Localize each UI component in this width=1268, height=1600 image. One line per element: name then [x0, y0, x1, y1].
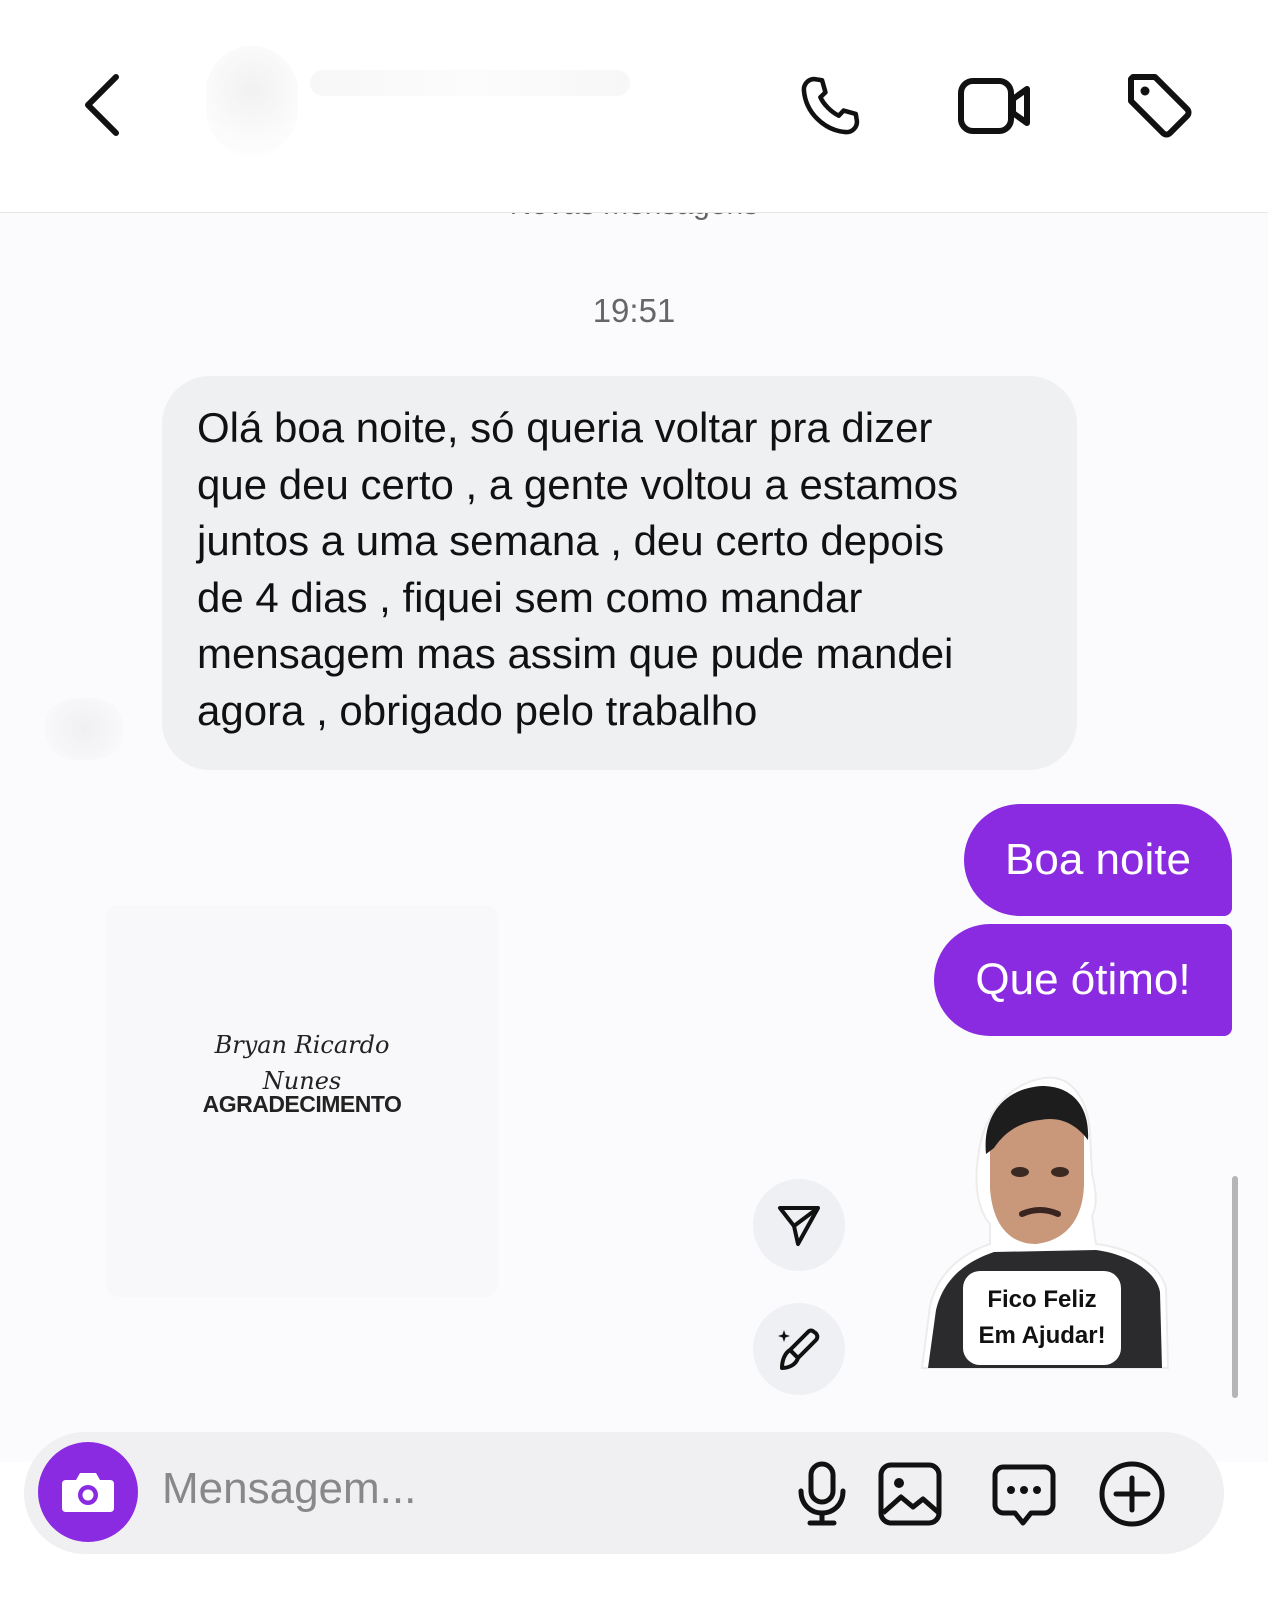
- voice-message-button[interactable]: [784, 1456, 860, 1532]
- message-timestamp: 19:51: [592, 292, 676, 329]
- contact-avatar[interactable]: [206, 46, 298, 156]
- more-options-button[interactable]: [1094, 1456, 1170, 1532]
- contact-name[interactable]: [310, 70, 630, 96]
- card-signature-name: Bryan Ricardo Nunes: [214, 1031, 390, 1095]
- sender-avatar[interactable]: [44, 698, 124, 760]
- outgoing-message-bubble[interactable]: Boa noite: [964, 804, 1232, 916]
- video-camera-icon: [958, 78, 1030, 134]
- sticker-caption-line: Em Ajudar!: [978, 1322, 1106, 1349]
- message-thread: Novas mensagens 19:51 Olá boa noite, só …: [0, 188, 1268, 1462]
- sticker-image[interactable]: Fico Feliz Em Ajudar!: [920, 1074, 1176, 1374]
- magic-brush-icon: [778, 1328, 820, 1370]
- chat-bubble-icon: [992, 1464, 1056, 1526]
- video-call-button[interactable]: [950, 66, 1040, 146]
- shared-image-card[interactable]: Bryan Ricardo Nunes AGRADECIMENTO: [106, 905, 498, 1297]
- tag-button[interactable]: [1120, 66, 1200, 146]
- send-icon: [778, 1206, 820, 1246]
- sticker-caption-line: Fico Feliz: [987, 1286, 1097, 1313]
- plus-circle-icon: [1099, 1461, 1165, 1527]
- camera-icon: [62, 1473, 114, 1512]
- message-composer: Mensagem...: [24, 1432, 1224, 1554]
- share-button[interactable]: [753, 1179, 845, 1271]
- phone-icon: [801, 76, 860, 135]
- sticker-caption: Fico Feliz Em Ajudar!: [966, 1274, 1118, 1362]
- incoming-message-text: Olá boa noite, só queria voltar pra dize…: [197, 404, 959, 734]
- outgoing-message-bubble[interactable]: Que ótimo!: [934, 924, 1232, 1036]
- voice-call-button[interactable]: [790, 66, 870, 146]
- outgoing-message-text: Que ótimo!: [975, 955, 1191, 1004]
- outgoing-message-text: Boa noite: [1005, 835, 1191, 884]
- gallery-button[interactable]: [872, 1456, 948, 1532]
- back-button[interactable]: [70, 70, 134, 140]
- tag-icon: [1128, 74, 1192, 138]
- camera-button[interactable]: [38, 1442, 138, 1542]
- message-input[interactable]: Mensagem...: [162, 1464, 416, 1514]
- ai-edit-button[interactable]: [753, 1303, 845, 1395]
- sticker-button[interactable]: [986, 1456, 1062, 1532]
- chevron-left-icon: [85, 74, 119, 136]
- chat-header: [0, 0, 1268, 213]
- microphone-icon: [798, 1461, 846, 1526]
- card-title: AGRADECIMENTO: [202, 1091, 402, 1117]
- scrollbar[interactable]: [1232, 1176, 1238, 1398]
- incoming-message-bubble[interactable]: Olá boa noite, só queria voltar pra dize…: [162, 376, 1077, 770]
- image-icon: [878, 1462, 942, 1526]
